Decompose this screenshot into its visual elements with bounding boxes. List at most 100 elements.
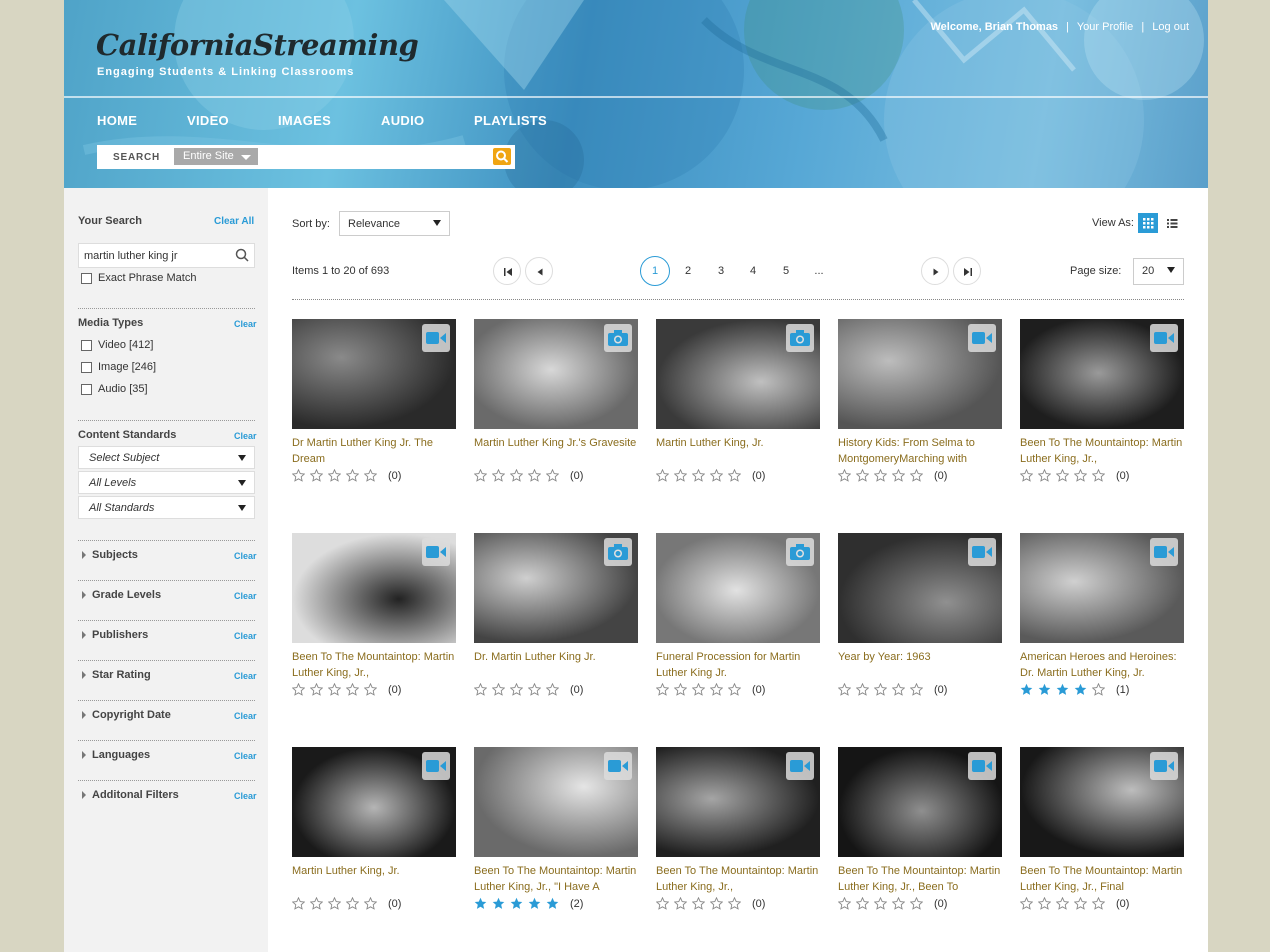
star-empty-icon[interactable] [474, 469, 487, 482]
star-empty-icon[interactable] [856, 897, 869, 910]
result-card[interactable]: Martin Luther King Jr.'s Gravesite (0) [474, 319, 638, 482]
page-2[interactable]: 2 [678, 265, 698, 277]
star-empty-icon[interactable] [1092, 683, 1105, 696]
star-empty-icon[interactable] [292, 683, 305, 696]
star-empty-icon[interactable] [692, 469, 705, 482]
last-page-button[interactable] [953, 257, 981, 285]
logout-link[interactable]: Log out [1152, 21, 1189, 33]
star-filled-icon[interactable] [528, 897, 541, 910]
star-filled-icon[interactable] [492, 897, 505, 910]
star-empty-icon[interactable] [910, 469, 923, 482]
result-thumbnail[interactable] [656, 319, 820, 429]
star-empty-icon[interactable] [656, 897, 669, 910]
star-empty-icon[interactable] [292, 469, 305, 482]
page-4[interactable]: 4 [743, 265, 763, 277]
star-empty-icon[interactable] [656, 469, 669, 482]
star-empty-icon[interactable] [328, 469, 341, 482]
result-card[interactable]: History Kids: From Selma to MontgomeryMa… [838, 319, 1002, 482]
star-empty-icon[interactable] [856, 683, 869, 696]
video-checkbox[interactable] [81, 340, 92, 351]
star-empty-icon[interactable] [1038, 897, 1051, 910]
page-5[interactable]: 5 [776, 265, 796, 277]
first-page-button[interactable] [493, 257, 521, 285]
facet-languages[interactable]: Languages [92, 749, 150, 761]
result-thumbnail[interactable] [474, 533, 638, 643]
star-empty-icon[interactable] [692, 897, 705, 910]
clear-content-standards[interactable]: Clear [234, 431, 257, 441]
star-empty-icon[interactable] [1092, 469, 1105, 482]
facet-additonal-filters[interactable]: Additonal Filters [92, 789, 179, 801]
clear-media-types[interactable]: Clear [234, 319, 257, 329]
result-thumbnail[interactable] [838, 319, 1002, 429]
nav-playlists[interactable]: PLAYLISTS [474, 113, 547, 128]
result-title[interactable]: Dr Martin Luther King Jr. The Dream [292, 435, 456, 467]
star-empty-icon[interactable] [838, 469, 851, 482]
star-empty-icon[interactable] [346, 897, 359, 910]
star-filled-icon[interactable] [474, 897, 487, 910]
result-card[interactable]: American Heroes and Heroines: Dr. Martin… [1020, 533, 1184, 696]
star-empty-icon[interactable] [364, 897, 377, 910]
subject-select[interactable]: Select Subject [78, 446, 255, 469]
result-title[interactable]: Been To The Mountaintop: Martin Luther K… [1020, 435, 1184, 467]
page-1[interactable]: 1 [640, 256, 670, 286]
chevron-right-icon[interactable] [82, 751, 86, 759]
star-empty-icon[interactable] [892, 469, 905, 482]
star-empty-icon[interactable] [692, 683, 705, 696]
result-card[interactable]: Been To The Mountaintop: Martin Luther K… [292, 533, 456, 696]
star-empty-icon[interactable] [656, 683, 669, 696]
star-empty-icon[interactable] [874, 469, 887, 482]
result-thumbnail[interactable] [474, 319, 638, 429]
star-empty-icon[interactable] [1020, 469, 1033, 482]
result-card[interactable]: Martin Luther King, Jr. (0) [292, 747, 456, 910]
result-thumbnail[interactable] [656, 533, 820, 643]
image-checkbox[interactable] [81, 362, 92, 373]
star-filled-icon[interactable] [546, 897, 559, 910]
result-thumbnail[interactable] [292, 319, 456, 429]
search-button[interactable] [493, 148, 511, 165]
star-empty-icon[interactable] [910, 897, 923, 910]
star-empty-icon[interactable] [910, 683, 923, 696]
clear-copyright-date[interactable]: Clear [234, 711, 257, 721]
page-ellipsis[interactable]: ... [809, 265, 829, 277]
star-empty-icon[interactable] [346, 469, 359, 482]
star-empty-icon[interactable] [310, 683, 323, 696]
sort-dropdown[interactable]: Relevance [339, 211, 450, 236]
result-thumbnail[interactable] [292, 747, 456, 857]
star-empty-icon[interactable] [1056, 469, 1069, 482]
star-empty-icon[interactable] [874, 897, 887, 910]
star-empty-icon[interactable] [710, 469, 723, 482]
result-card[interactable]: Martin Luther King, Jr. (0) [656, 319, 820, 482]
facet-subjects[interactable]: Subjects [92, 549, 138, 561]
nav-images[interactable]: IMAGES [278, 113, 381, 128]
star-filled-icon[interactable] [510, 897, 523, 910]
chevron-right-icon[interactable] [82, 631, 86, 639]
star-filled-icon[interactable] [1020, 683, 1033, 696]
star-empty-icon[interactable] [546, 469, 559, 482]
result-card[interactable]: Been To The Mountaintop: Martin Luther K… [1020, 319, 1184, 482]
star-filled-icon[interactable] [1056, 683, 1069, 696]
clear-grade-levels[interactable]: Clear [234, 591, 257, 601]
result-title[interactable]: Been To The Mountaintop: Martin Luther K… [1020, 863, 1184, 895]
result-thumbnail[interactable] [1020, 319, 1184, 429]
result-thumbnail[interactable] [838, 747, 1002, 857]
star-empty-icon[interactable] [1056, 897, 1069, 910]
star-empty-icon[interactable] [874, 683, 887, 696]
clear-publishers[interactable]: Clear [234, 631, 257, 641]
result-card[interactable]: Been To The Mountaintop: Martin Luther K… [1020, 747, 1184, 910]
star-empty-icon[interactable] [310, 469, 323, 482]
star-empty-icon[interactable] [510, 683, 523, 696]
clear-star-rating[interactable]: Clear [234, 671, 257, 681]
result-card[interactable]: Been To The Mountaintop: Martin Luther K… [656, 747, 820, 910]
star-filled-icon[interactable] [1074, 683, 1087, 696]
list-view-button[interactable] [1162, 213, 1182, 233]
star-empty-icon[interactable] [728, 683, 741, 696]
result-title[interactable]: American Heroes and Heroines: Dr. Martin… [1020, 649, 1184, 681]
clear-subjects[interactable]: Clear [234, 551, 257, 561]
star-empty-icon[interactable] [528, 683, 541, 696]
star-empty-icon[interactable] [346, 683, 359, 696]
facet-grade-levels[interactable]: Grade Levels [92, 589, 161, 601]
star-empty-icon[interactable] [546, 683, 559, 696]
profile-link[interactable]: Your Profile [1077, 21, 1133, 33]
star-empty-icon[interactable] [328, 683, 341, 696]
chevron-right-icon[interactable] [82, 791, 86, 799]
